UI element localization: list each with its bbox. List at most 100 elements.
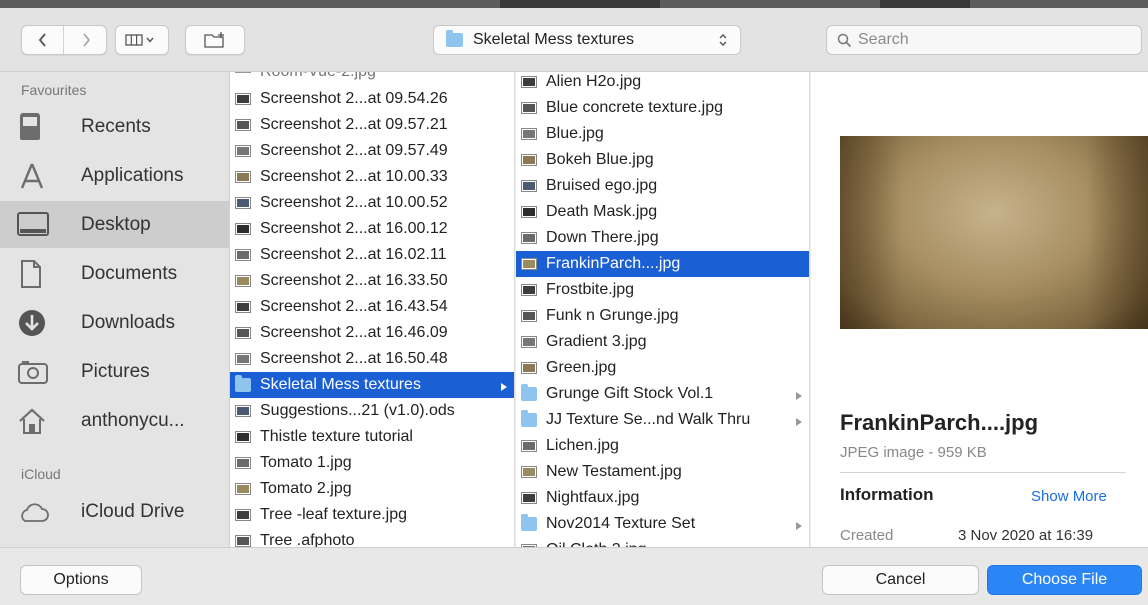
preview-image [840, 136, 1148, 329]
file-name: Screenshot 2...at 16.43.54 [260, 298, 448, 315]
file-name: Skeletal Mess textures [260, 376, 421, 393]
file-name: Screenshot 2...at 16.46.09 [260, 324, 448, 341]
file-name: Grunge Gift Stock Vol.1 [546, 385, 714, 402]
file-row[interactable]: Gradient 3.jpg [516, 329, 809, 355]
file-name: New Testament.jpg [546, 463, 682, 480]
sidebar-item-icloud-drive[interactable]: iCloud Drive [17, 488, 229, 535]
search-placeholder: Search [858, 31, 909, 48]
file-row[interactable]: Alien H2o.jpg [516, 72, 809, 95]
folder-row[interactable]: Grunge Gift Stock Vol.1 [516, 381, 809, 407]
file-name: Screenshot 2...at 09.54.26 [260, 90, 448, 107]
file-name: Lichen.jpg [546, 437, 619, 454]
file-row[interactable]: Tomato 2.jpg [230, 476, 514, 502]
file-row[interactable]: Screenshot 2...at 16.00.12 [230, 216, 514, 242]
file-row[interactable]: Screenshot 2...at 16.43.54 [230, 294, 514, 320]
information-heading: Information [840, 485, 934, 504]
file-row[interactable]: Screenshot 2...at 09.54.26 [230, 86, 514, 112]
file-name: Screenshot 2...at 16.02.11 [260, 246, 447, 263]
preview-pane: FrankinParch....jpg JPEG image - 959 KB … [811, 72, 1148, 547]
file-row[interactable]: Death Mask.jpg [516, 199, 809, 225]
file-name: Thistle texture tutorial [260, 428, 413, 445]
folder-icon [521, 514, 537, 532]
file-column-desktop[interactable]: Room-Vue-2.jpg Screenshot 2...at 09.54.2… [230, 72, 515, 547]
sidebar-item-pictures[interactable]: Pictures [17, 348, 229, 395]
created-label: Created [840, 527, 894, 544]
cancel-button[interactable]: Cancel [822, 565, 979, 595]
image-file-icon [521, 126, 537, 142]
divider [840, 472, 1126, 473]
disclosure-arrow-icon [795, 388, 803, 406]
file-name: Down There.jpg [546, 229, 659, 246]
image-file-icon [521, 308, 537, 324]
image-file-icon [235, 325, 251, 341]
file-row[interactable]: Funk n Grunge.jpg [516, 303, 809, 329]
file-row[interactable]: Frostbite.jpg [516, 277, 809, 303]
sidebar-item-label: Applications [81, 164, 184, 186]
file-row[interactable]: FrankinParch....jpg [516, 251, 809, 277]
file-row[interactable]: Blue.jpg [516, 121, 809, 147]
icloud-icon [21, 502, 49, 522]
file-row[interactable]: Screenshot 2...at 16.33.50 [230, 268, 514, 294]
image-file-icon [521, 230, 537, 246]
forward-button[interactable] [65, 26, 107, 54]
file-row[interactable]: New Testament.jpg [516, 459, 809, 485]
sidebar-item-label: Desktop [81, 213, 151, 235]
new-folder-button[interactable] [185, 25, 245, 55]
choose-file-button[interactable]: Choose File [987, 565, 1142, 595]
updown-chevron-icon [719, 34, 727, 46]
file-row[interactable]: Bokeh Blue.jpg [516, 147, 809, 173]
window-top-strip [0, 0, 1148, 8]
search-field[interactable]: Search [826, 25, 1142, 55]
sidebar-item-downloads[interactable]: Downloads [17, 299, 229, 346]
view-mode-button[interactable] [115, 25, 169, 55]
affinity-file-icon [235, 533, 251, 547]
file-column-skeletal-mess[interactable]: Alien H2o.jpg Blue concrete texture.jpg Bl… [516, 72, 810, 547]
image-file-icon [235, 195, 251, 211]
file-row[interactable]: Suggestions...21 (v1.0).ods [230, 398, 514, 424]
folder-row[interactable]: Nov2014 Texture Set [516, 511, 809, 537]
folder-icon [521, 384, 537, 402]
sidebar-item-documents[interactable]: Documents [17, 250, 229, 297]
file-row[interactable]: Screenshot 2...at 16.50.48 [230, 346, 514, 372]
back-button[interactable] [22, 26, 64, 54]
file-row[interactable]: Oil Cloth 2.jpg [516, 537, 809, 547]
sidebar-item-desktop[interactable]: Desktop [0, 201, 229, 248]
file-row[interactable]: Screenshot 2...at 09.57.49 [230, 138, 514, 164]
file-row[interactable]: Screenshot 2...at 10.00.33 [230, 164, 514, 190]
file-row[interactable]: Tomato 1.jpg [230, 450, 514, 476]
file-row[interactable]: Thistle texture tutorial [230, 424, 514, 450]
image-file-icon [235, 117, 251, 133]
chevron-left-icon [38, 33, 46, 47]
file-row[interactable]: Screenshot 2...at 10.00.52 [230, 190, 514, 216]
file-row[interactable]: Screenshot 2...at 16.02.11 [230, 242, 514, 268]
downloads-icon [19, 309, 45, 336]
file-row[interactable]: Blue concrete texture.jpg [516, 95, 809, 121]
sidebar-item-applications[interactable]: Applications [17, 152, 229, 199]
options-button[interactable]: Options [20, 565, 142, 595]
file-name: Alien H2o.jpg [546, 73, 642, 90]
location-popup[interactable]: Skeletal Mess textures [433, 25, 741, 55]
show-more-link[interactable]: Show More [1031, 488, 1107, 505]
file-row[interactable]: Nightfaux.jpg [516, 485, 809, 511]
sidebar-item-recents[interactable]: Recents [17, 103, 229, 150]
file-row[interactable]: Bruised ego.jpg [516, 173, 809, 199]
file-row[interactable]: Down There.jpg [516, 225, 809, 251]
file-row[interactable]: Screenshot 2...at 09.57.21 [230, 112, 514, 138]
image-file-icon [521, 204, 537, 220]
sidebar-item-home[interactable]: anthonycu... [17, 397, 229, 444]
file-row[interactable]: Tree .afphoto [230, 528, 514, 547]
folder-icon [521, 410, 537, 428]
image-file-icon [521, 178, 537, 194]
file-row[interactable]: Lichen.jpg [516, 433, 809, 459]
file-row[interactable]: Screenshot 2...at 16.46.09 [230, 320, 514, 346]
image-file-icon [235, 143, 251, 159]
list-item[interactable]: Room-Vue-2.jpg [230, 72, 514, 85]
sidebar-item-label: anthonycu... [81, 409, 185, 431]
folder-row[interactable]: Skeletal Mess textures [230, 372, 514, 398]
disclosure-arrow-icon [795, 518, 803, 536]
file-row[interactable]: Green.jpg [516, 355, 809, 381]
favourites-heading: Favourites [21, 82, 87, 98]
image-file-icon [235, 273, 251, 289]
file-row[interactable]: Tree -leaf texture.jpg [230, 502, 514, 528]
folder-row[interactable]: JJ Texture Se...nd Walk Thru [516, 407, 809, 433]
